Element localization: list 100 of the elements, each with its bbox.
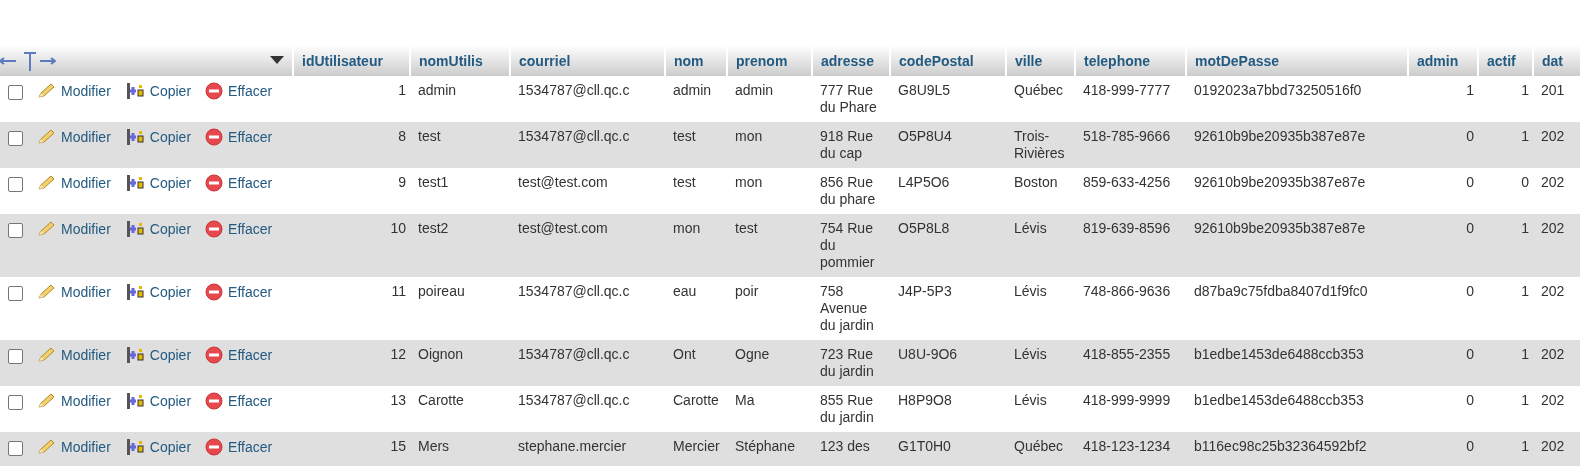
copy-link[interactable]: Copier (124, 438, 192, 456)
table-cell: 92610b9be20935b387e87e (1194, 128, 1366, 144)
table-cell: 202 (1541, 438, 1565, 454)
edit-link[interactable]: Modifier (36, 220, 111, 238)
row-checkbox[interactable] (8, 223, 23, 238)
table-cell: 202 (1541, 128, 1565, 144)
table-cell: O5P8U4 (898, 128, 952, 144)
table-cell: 11 (391, 283, 406, 299)
delete-icon (205, 392, 224, 410)
table-cell: 859-633-4256 (1083, 174, 1171, 190)
delete-link[interactable]: Effacer (205, 346, 273, 364)
table-cell: 1 (1466, 82, 1474, 98)
pencil-icon (36, 82, 56, 100)
table-cell: 10 (390, 220, 406, 236)
caret-down-icon[interactable] (270, 56, 284, 65)
delete-link[interactable]: Effacer (205, 283, 273, 301)
column-header[interactable]: courriel (519, 52, 571, 69)
edit-link[interactable]: Modifier (36, 392, 111, 410)
table-cell: test@test.com (518, 174, 608, 190)
table-cell: 202 (1541, 174, 1565, 190)
table-cell: 13 (390, 392, 406, 408)
table-cell: Lévis (1014, 220, 1047, 236)
edit-link[interactable]: Modifier (36, 346, 111, 364)
table-cell: Mers (418, 438, 450, 454)
edit-link[interactable]: Modifier (36, 82, 111, 100)
table-cell: 15 (390, 438, 406, 454)
delete-link[interactable]: Effacer (205, 392, 273, 410)
table-cell: 202 (1541, 220, 1565, 236)
table-cell: 918 Rue du cap (820, 128, 873, 161)
table-cell: poir (735, 283, 759, 299)
row-checkbox[interactable] (8, 349, 23, 364)
table-cell: 1 (1521, 392, 1529, 408)
table-cell: 856 Rue du phare (820, 174, 876, 207)
table-cell: G8U9L5 (898, 82, 951, 98)
edit-link[interactable]: Modifier (36, 174, 111, 192)
copy-icon (124, 128, 145, 146)
table-cell: 1 (1521, 283, 1529, 299)
table-cell: 1 (1521, 82, 1529, 98)
table-cell: Québec (1014, 82, 1064, 98)
table-cell: 1534787@cll.qc.c (518, 346, 630, 362)
copy-link[interactable]: Copier (124, 82, 192, 100)
table-cell: admin (735, 82, 774, 98)
table-cell: 0 (1466, 392, 1474, 408)
table-cell: 1534787@cll.qc.c (518, 82, 630, 98)
table-cell: U8U-9O6 (898, 346, 958, 362)
delete-link[interactable]: Effacer (205, 438, 273, 456)
table-cell: 0 (1466, 128, 1474, 144)
table-cell: test (735, 220, 758, 236)
copy-link[interactable]: Copier (124, 346, 192, 364)
table-cell: Ont (673, 346, 696, 362)
row-checkbox[interactable] (8, 395, 23, 410)
table-cell: 0 (1466, 174, 1474, 190)
table-cell: 0 (1521, 174, 1529, 190)
row-checkbox[interactable] (8, 441, 23, 456)
copy-link[interactable]: Copier (124, 220, 192, 238)
table-cell: eau (673, 283, 697, 299)
table-cell: 418-999-9999 (1083, 392, 1171, 408)
delete-icon (205, 82, 224, 100)
table-cell: 418-999-7777 (1083, 82, 1171, 98)
table-cell: d87ba9c75fdba8407d1f9fc0 (1194, 283, 1368, 299)
edit-link[interactable]: Modifier (36, 128, 111, 146)
row-checkbox[interactable] (8, 85, 23, 100)
delete-link[interactable]: Effacer (205, 128, 273, 146)
table-cell: 1534787@cll.qc.c (518, 283, 630, 299)
delete-link[interactable]: Effacer (205, 220, 273, 238)
table-cell: test (418, 128, 441, 144)
table-cell: admin (418, 82, 457, 98)
table-cell: Boston (1014, 174, 1058, 190)
table-cell: mon (735, 174, 763, 190)
delete-link[interactable]: Effacer (205, 82, 273, 100)
pencil-icon (36, 220, 56, 238)
delete-link[interactable]: Effacer (205, 174, 273, 192)
table-cell: 518-785-9666 (1083, 128, 1171, 144)
copy-link[interactable]: Copier (124, 128, 192, 146)
table-cell: 1534787@cll.qc.c (518, 128, 630, 144)
table-cell: L4P5O6 (898, 174, 950, 190)
pencil-icon (36, 346, 56, 364)
table-cell: 8 (398, 128, 406, 144)
table-cell: 758 Avenue du jardin (820, 283, 874, 333)
table-cell: Carotte (673, 392, 719, 408)
copy-link[interactable]: Copier (124, 174, 192, 192)
copy-icon (124, 392, 145, 410)
table-cell: poireau (418, 283, 465, 299)
row-checkbox[interactable] (8, 286, 23, 301)
table-cell: test2 (418, 220, 449, 236)
copy-link[interactable]: Copier (124, 392, 192, 410)
row-checkbox[interactable] (8, 131, 23, 146)
copy-icon (124, 283, 145, 301)
edit-link[interactable]: Modifier (36, 438, 111, 456)
table-cell: 9 (398, 174, 406, 190)
table-cell: 12 (390, 346, 406, 362)
table-cell: test (673, 174, 696, 190)
table-cell: 0 (1466, 346, 1474, 362)
delete-icon (205, 346, 224, 364)
table-cell: 855 Rue du jardin (820, 392, 874, 425)
row-checkbox[interactable] (8, 177, 23, 192)
column-arrows-icon[interactable] (0, 49, 56, 72)
table-cell: mon (735, 128, 763, 144)
copy-link[interactable]: Copier (124, 283, 192, 301)
edit-link[interactable]: Modifier (36, 283, 111, 301)
